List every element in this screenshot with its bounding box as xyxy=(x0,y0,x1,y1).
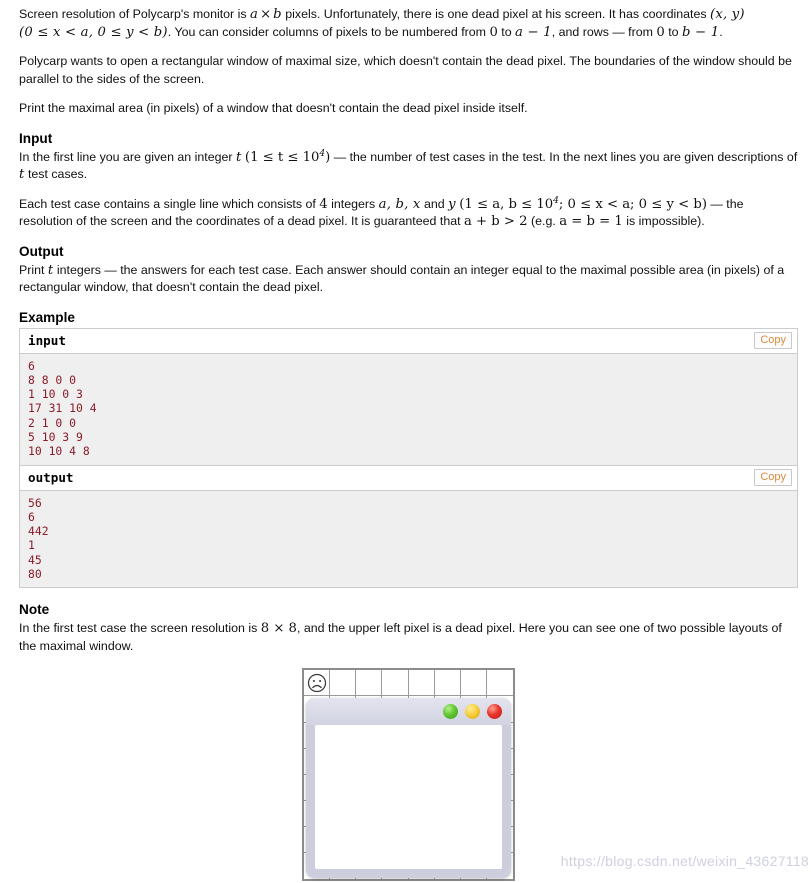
note-heading: Note xyxy=(19,602,50,618)
input-p2-b: integers xyxy=(327,196,379,211)
math-zero-2: 0 xyxy=(656,24,665,40)
input-section: Input In the first line you are given an… xyxy=(19,130,799,231)
math-zero-1: 0 xyxy=(489,24,498,40)
math-var-t: t xyxy=(235,149,242,165)
math-var-y: y xyxy=(448,196,456,212)
illustration-figure xyxy=(19,668,798,882)
input-p2-a: Each test case contains a single line wh… xyxy=(19,196,320,211)
grid-cell xyxy=(460,670,487,697)
example-heading: Example xyxy=(19,309,75,325)
grid-cell xyxy=(330,670,357,697)
copy-input-button[interactable]: Copy xyxy=(754,331,792,349)
problem-paragraph-1: Screen resolution of Polycarp's monitor … xyxy=(19,6,799,41)
math-inequality-ranges: (0 ≤ x < a, 0 ≤ y < b) xyxy=(19,24,168,40)
math-sum-condition: a + b > 2 xyxy=(463,214,528,229)
input-p2-e: is impossible). xyxy=(622,214,705,228)
note-text-a: In the first test case the screen resolu… xyxy=(19,621,261,636)
grid-cell xyxy=(382,670,409,697)
p1-text-b: pixels. Unfortunately, there is one dead… xyxy=(281,7,710,21)
sample-output-header: output Copy xyxy=(20,465,797,491)
math-vars-abx: a, b, x xyxy=(378,196,421,212)
window-button-green-icon[interactable] xyxy=(443,704,458,720)
p1-text-d: , and rows — from xyxy=(551,24,657,39)
input-paragraph-1: In the first line you are given an integ… xyxy=(19,149,799,184)
math-a-minus-1: a − 1 xyxy=(515,24,552,40)
screen-grid xyxy=(302,668,515,882)
window-button-yellow-icon[interactable] xyxy=(465,704,480,720)
math-ab-range: (1 ≤ a, b ≤ 10 xyxy=(459,196,554,212)
math-var-a: a xyxy=(250,7,259,22)
output-text-b: integers — the answers for each test cas… xyxy=(19,262,785,295)
input-p1-a: In the first line you are given an integ… xyxy=(19,149,236,164)
sample-input-header: input Copy xyxy=(20,328,797,354)
p1-text-c: . You can consider columns of pixels to … xyxy=(167,24,490,39)
problem-statement-page: Screen resolution of Polycarp's monitor … xyxy=(0,0,811,882)
math-coords-xy: (x, y) xyxy=(709,7,745,22)
note-paragraph: In the first test case the screen resolu… xyxy=(19,620,799,655)
math-times: × xyxy=(260,7,272,22)
input-p1-b: — the number of test cases in the test. … xyxy=(330,149,798,164)
problem-paragraph-2: Polycarp wants to open a rectangular win… xyxy=(19,54,792,86)
p1-text-to-2: to xyxy=(664,24,683,39)
watermark-text: https://blog.csdn.net/weixin_43627118 xyxy=(560,853,809,869)
p1-text-e: . xyxy=(719,24,723,39)
sample-output-block: output Copy 56 6 442 1 45 80 xyxy=(20,465,797,588)
input-p2-d: (e.g. xyxy=(527,214,560,228)
problem-paragraph-3: Print the maximal area (in pixels) of a … xyxy=(19,101,528,115)
math-eg-equality: a = b = 1 xyxy=(559,214,623,229)
window-buttons xyxy=(443,704,502,720)
sample-output-label: output xyxy=(28,469,74,485)
output-heading: Output xyxy=(19,243,64,259)
sample-input-label: input xyxy=(28,332,66,348)
output-text-a: Print xyxy=(19,262,48,277)
math-four: 4 xyxy=(319,196,328,212)
math-t-range: (1 ≤ t ≤ 10 xyxy=(244,149,320,165)
output-paragraph: Print t integers — the answers for each … xyxy=(19,262,799,297)
sample-output-text: 56 6 442 1 45 80 xyxy=(20,490,797,588)
grid-cell xyxy=(434,670,461,697)
math-b-minus-1: b − 1 xyxy=(682,24,720,40)
input-heading: Input xyxy=(19,130,53,146)
output-section: Output Print t integers — the answers fo… xyxy=(19,243,799,297)
input-p1-c: test cases. xyxy=(24,167,88,181)
sample-input-block: input Copy 6 8 8 0 0 1 10 0 3 17 31 10 4… xyxy=(20,328,797,466)
sad-face-icon xyxy=(307,674,327,693)
math-xy-range: ; 0 ≤ x < a; 0 ≤ y < b) xyxy=(558,196,707,212)
example-tests-container: input Copy 6 8 8 0 0 1 10 0 3 17 31 10 4… xyxy=(19,327,798,589)
p1-text-to: to xyxy=(497,24,516,39)
input-paragraph-2: Each test case contains a single line wh… xyxy=(19,196,799,231)
sample-input-text: 6 8 8 0 0 1 10 0 3 17 31 10 4 2 1 0 0 5 … xyxy=(20,353,797,465)
grid-cell xyxy=(486,670,513,697)
window-canvas xyxy=(315,725,502,870)
copy-output-button[interactable]: Copy xyxy=(754,468,792,486)
grid-cell xyxy=(408,670,435,697)
input-p2-and: and xyxy=(420,196,449,211)
maximal-window xyxy=(306,698,511,879)
math-8x8: 8 × 8 xyxy=(260,621,297,637)
p1-text-a: Screen resolution of Polycarp's monitor … xyxy=(19,7,251,21)
grid-cell xyxy=(356,670,383,697)
window-titlebar xyxy=(306,698,511,726)
note-section: Note In the first test case the screen r… xyxy=(19,601,799,655)
example-section: Example input Copy 6 8 8 0 0 1 10 0 3 17… xyxy=(19,309,799,589)
window-button-red-icon[interactable] xyxy=(487,704,502,720)
math-var-b: b xyxy=(273,7,282,22)
